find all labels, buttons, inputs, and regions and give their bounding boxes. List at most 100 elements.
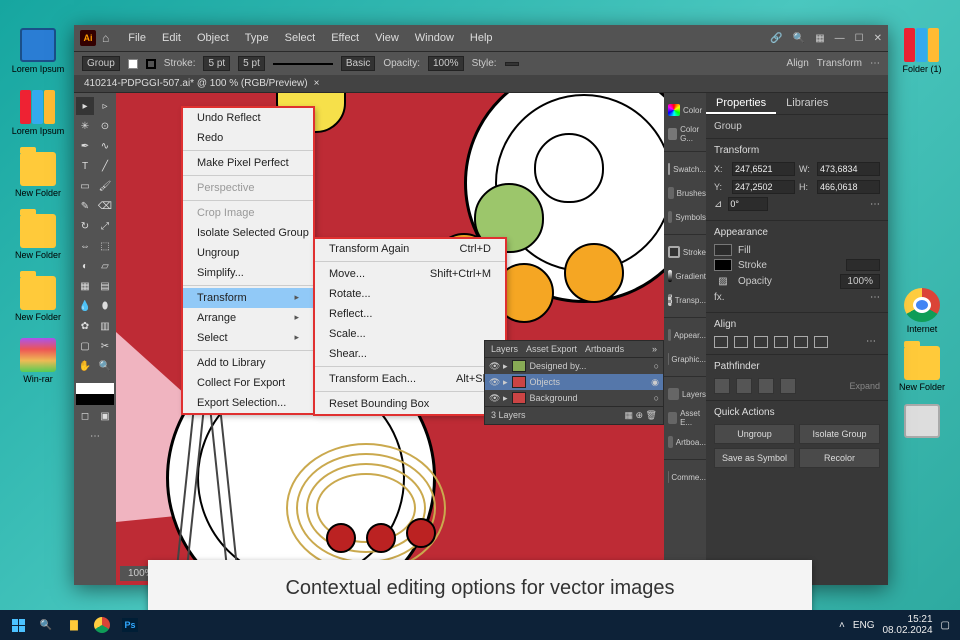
menu-item[interactable]: Transform: [183, 288, 313, 308]
palette-artboards[interactable]: Artboa...: [664, 431, 706, 453]
tray-clock[interactable]: 15:21 08.02.2024: [882, 614, 932, 636]
shape-builder-tool[interactable]: ◐: [76, 257, 94, 275]
menu-item[interactable]: Redo: [183, 128, 313, 148]
desktop-icon-chrome[interactable]: Internet: [892, 288, 952, 334]
transform-y[interactable]: [732, 180, 795, 194]
symbol-sprayer-tool[interactable]: ✿: [76, 317, 94, 335]
draw-mode[interactable]: ◻: [76, 407, 94, 425]
align-right-icon[interactable]: [754, 336, 768, 348]
fx-label[interactable]: fx.: [714, 292, 725, 303]
slice-tool[interactable]: ✂: [96, 337, 114, 355]
menu-item[interactable]: Make Pixel Perfect: [183, 153, 313, 173]
menu-item[interactable]: Add to Library: [183, 353, 313, 373]
stroke-swatch[interactable]: [146, 59, 156, 69]
more-icon[interactable]: ⋯: [870, 58, 880, 69]
palette-asset-export[interactable]: Asset E...: [664, 407, 706, 429]
visibility-icon[interactable]: 👁: [489, 393, 499, 404]
lasso-tool[interactable]: ⊙: [96, 117, 114, 135]
palette-appearance[interactable]: Appear...: [664, 324, 706, 346]
zoom-tool[interactable]: 🔍: [96, 357, 114, 375]
qa-recolor-button[interactable]: Recolor: [799, 448, 880, 468]
menu-item[interactable]: Undo Reflect: [183, 108, 313, 128]
menu-item[interactable]: Arrange: [183, 308, 313, 328]
menu-item[interactable]: Transform Each...Alt+Shift+Ctrl+D: [315, 369, 505, 389]
close-button[interactable]: ✕: [874, 33, 882, 44]
mesh-tool[interactable]: ▦: [76, 277, 94, 295]
menu-item[interactable]: Rotate...: [315, 284, 505, 304]
transform-angle[interactable]: [728, 197, 768, 211]
magic-wand-tool[interactable]: ✳: [76, 117, 94, 135]
free-transform-tool[interactable]: ⬚: [96, 237, 114, 255]
document-tab[interactable]: 410214-PDPGGI-507.ai* @ 100 % (RGB/Previ…: [74, 75, 888, 93]
start-button[interactable]: [4, 613, 32, 637]
tab-properties[interactable]: Properties: [706, 93, 776, 114]
eyedropper-tool[interactable]: 💧: [76, 297, 94, 315]
menu-help[interactable]: Help: [463, 28, 500, 48]
artboards-tab[interactable]: Artboards: [585, 344, 624, 354]
layer-row[interactable]: 👁▸Background○: [485, 390, 663, 406]
palette-swatches[interactable]: Swatch...: [664, 158, 706, 180]
menu-item[interactable]: Select: [183, 328, 313, 348]
width-tool[interactable]: ⇔: [76, 237, 94, 255]
tray-chevron-icon[interactable]: ˄: [839, 620, 845, 631]
tab-libraries[interactable]: Libraries: [776, 93, 838, 114]
brush-def[interactable]: Basic: [341, 56, 375, 71]
menu-effect[interactable]: Effect: [324, 28, 366, 48]
tray-language[interactable]: ENG: [853, 620, 875, 631]
pf-exclude-icon[interactable]: [780, 378, 796, 394]
fill-swatch[interactable]: [128, 59, 138, 69]
rectangle-tool[interactable]: ▭: [76, 177, 94, 195]
more-options-icon[interactable]: ⋯: [870, 292, 880, 303]
pf-expand[interactable]: Expand: [849, 381, 880, 391]
direct-selection-tool[interactable]: ▹: [96, 97, 114, 115]
blend-tool[interactable]: ⬮: [96, 297, 114, 315]
menu-object[interactable]: Object: [190, 28, 236, 48]
palette-gradient[interactable]: Gradient: [664, 265, 706, 287]
opacity-value[interactable]: 100%: [428, 56, 464, 71]
menu-type[interactable]: Type: [238, 28, 276, 48]
home-icon[interactable]: ⌂: [102, 31, 109, 45]
menu-item[interactable]: Collect For Export: [183, 373, 313, 393]
menu-item[interactable]: Reflect...: [315, 304, 505, 324]
palette-comments[interactable]: Comme...: [664, 466, 706, 488]
menu-select[interactable]: Select: [278, 28, 323, 48]
photoshop-taskbar-button[interactable]: Ps: [116, 613, 144, 637]
paintbrush-tool[interactable]: 🖌: [96, 177, 114, 195]
desktop-icon-folder1-right[interactable]: Folder (1): [892, 28, 952, 74]
chrome-taskbar-button[interactable]: [88, 613, 116, 637]
desktop-icon-trash[interactable]: [892, 404, 952, 438]
more-options-icon[interactable]: ⋯: [866, 336, 880, 348]
artboard-tool[interactable]: ▢: [76, 337, 94, 355]
shaper-tool[interactable]: ✎: [76, 197, 94, 215]
layer-row[interactable]: 👁▸Designed by...○: [485, 358, 663, 374]
edit-toolbar[interactable]: ⋯: [76, 427, 114, 445]
stroke-uniform[interactable]: 5 pt: [238, 56, 265, 71]
stroke-swatch[interactable]: [714, 259, 732, 271]
palette-stroke[interactable]: Stroke: [664, 241, 706, 263]
palette-color[interactable]: Color: [664, 99, 706, 121]
desktop-icon-folder-right[interactable]: New Folder: [892, 346, 952, 392]
notifications-button[interactable]: ▢: [941, 620, 950, 631]
transform-x[interactable]: [732, 162, 795, 176]
menu-file[interactable]: File: [121, 28, 153, 48]
hand-tool[interactable]: ✋: [76, 357, 94, 375]
menu-item[interactable]: Export Selection...: [183, 393, 313, 413]
desktop-icon-lorem-monitor[interactable]: Lorem Ipsum: [8, 28, 68, 74]
desktop-icon-winrar[interactable]: Win-rar: [8, 338, 68, 384]
explorer-button[interactable]: ▇: [60, 613, 88, 637]
palette-transparency[interactable]: Transp...: [664, 289, 706, 311]
stroke-weight[interactable]: 5 pt: [203, 56, 230, 71]
pen-tool[interactable]: ✒: [76, 137, 94, 155]
menu-item[interactable]: Transform AgainCtrl+D: [315, 239, 505, 259]
style-swatch[interactable]: [505, 62, 519, 66]
selection-mode[interactable]: Group: [82, 56, 120, 71]
align-vcenter-icon[interactable]: [794, 336, 808, 348]
qa-isolate-button[interactable]: Isolate Group: [799, 424, 880, 444]
gradient-tool[interactable]: ▤: [96, 277, 114, 295]
fill-stroke-toggle[interactable]: [76, 383, 114, 405]
palette-brushes[interactable]: Brushes: [664, 182, 706, 204]
search-button[interactable]: 🔍: [32, 613, 60, 637]
pf-minus-front-icon[interactable]: [736, 378, 752, 394]
menu-window[interactable]: Window: [408, 28, 461, 48]
panel-menu-icon[interactable]: »: [652, 344, 657, 354]
